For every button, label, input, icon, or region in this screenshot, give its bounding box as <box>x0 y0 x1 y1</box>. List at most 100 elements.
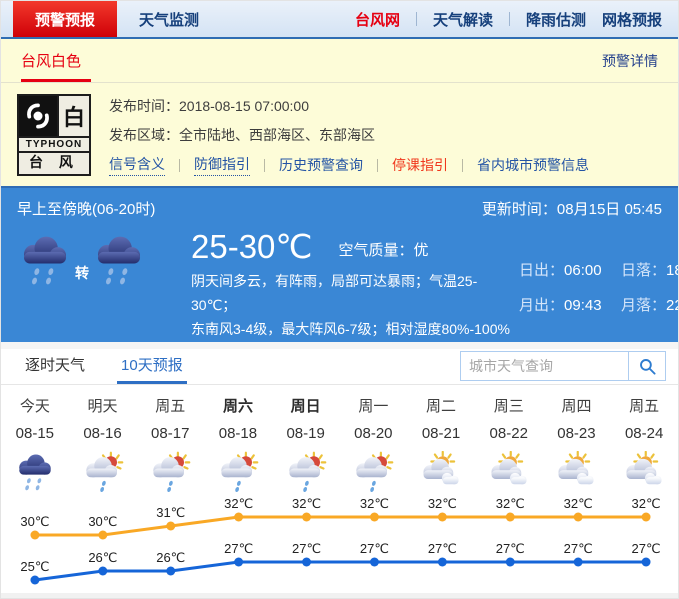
weather-widget: 预警预报 天气监测 台风网 天气解读 降雨估测 网格预报 台风白色 预警详情 <box>0 0 679 599</box>
svg-text:32℃: 32℃ <box>428 496 457 511</box>
temp-chart: 30℃30℃31℃32℃32℃32℃32℃32℃32℃32℃25℃26℃26℃2… <box>1 495 679 593</box>
moonrise-value: 09:43 <box>564 297 602 314</box>
nav-link-typhoon-net[interactable]: 台风网 <box>355 9 400 30</box>
forecast-date-label: 08-18 <box>204 421 272 449</box>
svg-text:25℃: 25℃ <box>20 559 49 574</box>
typhoon-spiral-icon <box>19 96 59 136</box>
forecast-day-row: 今天明天周五周六周日周一周二周三周四周五 <box>1 395 678 421</box>
forecast-date-label: 08-19 <box>272 421 340 449</box>
publish-area-value: 全市陆地、西部海区、东部海区 <box>179 127 375 143</box>
weather-cloudy-icon <box>475 449 543 495</box>
weather-shower-icon <box>136 449 204 495</box>
forecast-day-label[interactable]: 周二 <box>407 395 475 421</box>
forecast-day-label[interactable]: 周四 <box>543 395 611 421</box>
forecast-icon-row <box>1 449 678 495</box>
typhoon-en-label: TYPHOON <box>19 138 89 153</box>
sunset-time: 日落：18:55 <box>621 259 679 280</box>
svg-text:27℃: 27℃ <box>428 541 457 556</box>
forecast-date-label: 08-20 <box>339 421 407 449</box>
nav-link-rain-estimate[interactable]: 降雨估测 <box>526 9 586 30</box>
link-separator <box>377 159 378 172</box>
search-icon <box>638 357 657 376</box>
svg-text:27℃: 27℃ <box>632 541 661 556</box>
svg-text:32℃: 32℃ <box>224 496 253 511</box>
forecast-day-label[interactable]: 周日 <box>272 395 340 421</box>
weather-cloudy-icon <box>610 449 678 495</box>
svg-text:30℃: 30℃ <box>20 514 49 529</box>
svg-text:32℃: 32℃ <box>632 496 661 511</box>
forecast-tabs-row: 逐时天气 10天预报 <box>1 349 678 385</box>
forecast-date-label: 08-16 <box>69 421 137 449</box>
weather-shower-icon <box>339 449 407 495</box>
warning-panel: 白 TYPHOON 台 风 发布时间：2018-08-15 07:00:00 发… <box>1 83 678 186</box>
active-tab-underline <box>21 79 91 82</box>
search-input[interactable] <box>460 351 628 381</box>
weather-shower-icon <box>272 449 340 495</box>
weather-desc-line1: 阴天间多云，有阵雨，局部可达暴雨；气温25-30℃； <box>191 269 519 317</box>
sunrise-time: 日出：06:00 <box>519 259 621 280</box>
typhoon-white-warning-icon: 白 TYPHOON 台 风 <box>17 94 91 176</box>
sunrise-value: 06:00 <box>564 262 602 279</box>
warning-detail-link[interactable]: 预警详情 <box>602 51 658 71</box>
moonset-value: 22:01 <box>666 297 679 314</box>
tab-hourly-weather[interactable]: 逐时天气 <box>21 354 89 384</box>
svg-text:30℃: 30℃ <box>88 514 117 529</box>
warning-tab-bar: 台风白色 预警详情 <box>1 39 678 83</box>
link-class-suspension-guide[interactable]: 停课指引 <box>392 155 448 175</box>
nav-link-grid-forecast[interactable]: 网格预报 <box>602 9 662 30</box>
forecast-day-label[interactable]: 周六 <box>204 395 272 421</box>
moonrise-label: 月出： <box>519 297 564 314</box>
svg-text:32℃: 32℃ <box>496 496 525 511</box>
link-history-warning-query[interactable]: 历史预警查询 <box>279 155 363 175</box>
tab-ten-day-forecast[interactable]: 10天预报 <box>117 354 187 384</box>
bottom-strip <box>1 593 678 599</box>
forecast-date-label: 08-21 <box>407 421 475 449</box>
svg-text:26℃: 26℃ <box>156 550 185 565</box>
current-rain-icon <box>17 229 73 291</box>
update-time-label: 更新时间： <box>482 201 557 218</box>
section-divider <box>1 342 678 349</box>
forecast-date-label: 08-15 <box>1 421 69 449</box>
air-quality-value: 优 <box>413 242 428 259</box>
link-province-city-warnings[interactable]: 省内城市预警信息 <box>477 155 589 175</box>
link-signal-meaning[interactable]: 信号含义 <box>109 154 165 176</box>
temperature-range: 25-30℃ <box>191 229 312 265</box>
warning-level-char: 白 <box>59 96 89 136</box>
forecast-date-label: 08-22 <box>475 421 543 449</box>
svg-text:32℃: 32℃ <box>564 496 593 511</box>
svg-text:32℃: 32℃ <box>360 496 389 511</box>
sun-moon-times: 日出：06:00 日落：18:55 月出：09:43 月落：22:01 <box>519 229 679 341</box>
nav-tab-weather-monitor[interactable]: 天气监测 <box>117 1 221 37</box>
moonrise-time: 月出：09:43 <box>519 294 621 315</box>
weather-shower-icon <box>204 449 272 495</box>
search-button[interactable] <box>628 351 666 381</box>
nav-link-weather-analysis[interactable]: 天气解读 <box>433 9 493 30</box>
forecast-panel: 逐时天气 10天预报 今天明天周五周六周日周一周二周三周四周五 08-1508-… <box>1 349 678 599</box>
link-separator <box>179 159 180 172</box>
sunset-label: 日落： <box>621 262 666 279</box>
forecast-date-label: 08-24 <box>610 421 678 449</box>
update-time: 更新时间：08月15日 05:45 <box>482 198 662 219</box>
weather-shower-icon <box>69 449 137 495</box>
forecast-day-label[interactable]: 周三 <box>475 395 543 421</box>
svg-text:32℃: 32℃ <box>292 496 321 511</box>
moonset-time: 月落：22:01 <box>621 294 679 315</box>
link-separator <box>264 159 265 172</box>
forecast-date-label: 08-23 <box>543 421 611 449</box>
nav-tab-warning-forecast[interactable]: 预警预报 <box>13 1 117 37</box>
forecast-date-row: 08-1508-1608-1708-1808-1908-2008-2108-22… <box>1 421 678 449</box>
forecast-day-label[interactable]: 明天 <box>69 395 137 421</box>
publish-time-value: 2018-08-15 07:00:00 <box>179 98 309 114</box>
svg-text:27℃: 27℃ <box>360 541 389 556</box>
sunrise-label: 日出： <box>519 262 564 279</box>
warning-tab-typhoon-white[interactable]: 台风白色 <box>21 50 81 71</box>
svg-text:27℃: 27℃ <box>564 541 593 556</box>
forecast-day-label[interactable]: 周五 <box>136 395 204 421</box>
svg-text:27℃: 27℃ <box>496 541 525 556</box>
forecast-day-label[interactable]: 周五 <box>610 395 678 421</box>
forecast-day-label[interactable]: 今天 <box>1 395 69 421</box>
link-defense-guide[interactable]: 防御指引 <box>194 154 250 176</box>
forecast-day-label[interactable]: 周一 <box>339 395 407 421</box>
transition-label: 转 <box>75 263 89 283</box>
air-quality: 空气质量：优 <box>338 239 428 265</box>
